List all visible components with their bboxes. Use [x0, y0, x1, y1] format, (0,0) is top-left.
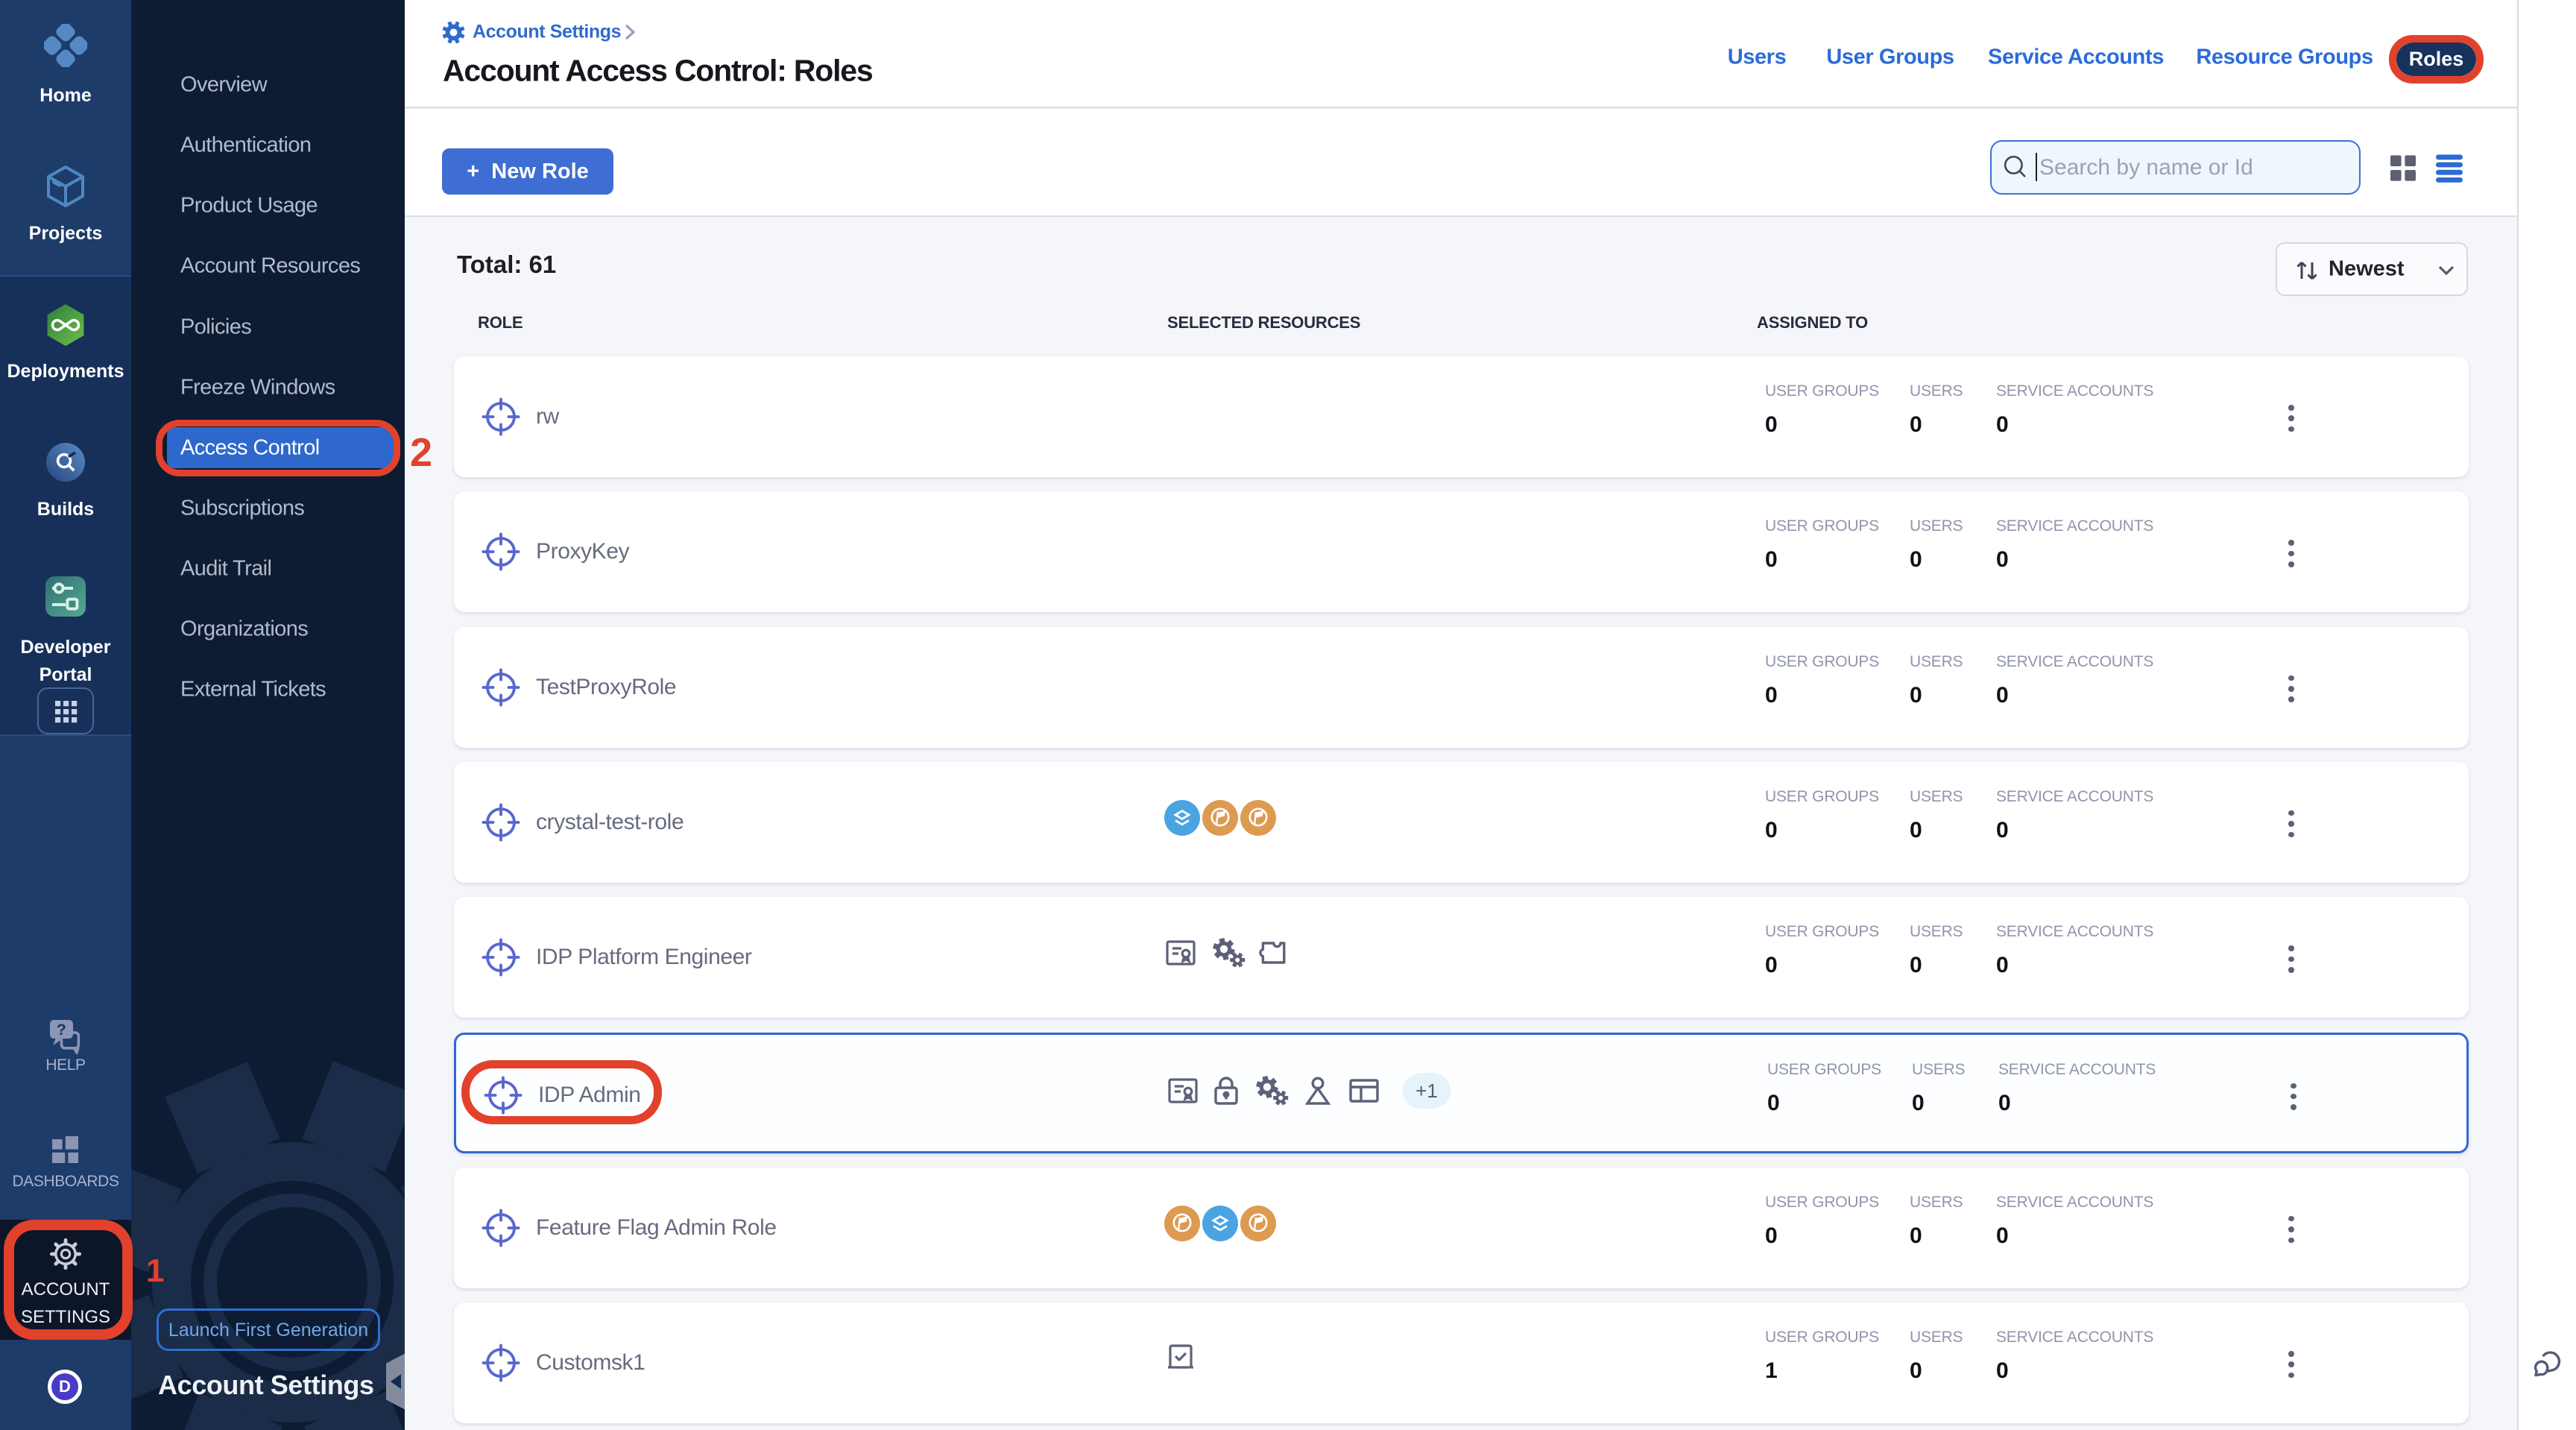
svg-text:?: ? — [57, 1021, 66, 1039]
